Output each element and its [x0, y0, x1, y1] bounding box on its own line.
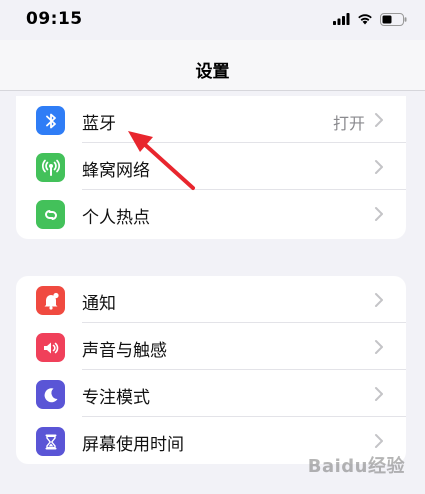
settings-row-focus[interactable]: 专注模式: [16, 370, 406, 417]
bluetooth-status-value: 打开: [332, 114, 365, 133]
settings-row-label: 专注模式: [82, 388, 150, 408]
speaker-icon: [36, 333, 65, 362]
settings-row-label: 蜂窝网络: [82, 161, 150, 181]
battery-icon: [380, 12, 407, 26]
status-bar: 09:15: [0, 0, 425, 40]
status-icons: [333, 11, 407, 27]
settings-row-bluetooth[interactable]: 蓝牙 打开: [16, 96, 406, 143]
watermark: Baidu经验: [307, 456, 405, 477]
bluetooth-icon: [36, 106, 65, 135]
chevron-right-icon: [375, 340, 383, 354]
settings-row-label: 个人热点: [82, 208, 150, 228]
settings-group-notifications: 通知 声音与触感 专注模式 屏幕使用时间: [16, 276, 406, 464]
settings-row-hotspot[interactable]: 个人热点: [16, 190, 406, 237]
chevron-right-icon: [375, 387, 383, 401]
chevron-right-icon: [375, 160, 383, 174]
settings-row-label: 声音与触感: [82, 341, 167, 361]
settings-row-label: 屏幕使用时间: [82, 435, 184, 455]
moon-icon: [36, 380, 65, 409]
cellular-antenna-icon: [36, 153, 65, 182]
navigation-bar: 设置: [0, 40, 425, 91]
chevron-right-icon: [375, 434, 383, 448]
settings-row-sounds[interactable]: 声音与触感: [16, 323, 406, 370]
settings-row-label: 通知: [82, 294, 116, 314]
settings-row-label: 蓝牙: [82, 114, 116, 134]
personal-hotspot-icon: [36, 200, 65, 229]
cellular-signal-icon: [333, 13, 350, 25]
chevron-right-icon: [375, 207, 383, 221]
hourglass-icon: [36, 427, 65, 456]
chevron-right-icon: [375, 293, 383, 307]
notification-bell-icon: [36, 286, 65, 315]
chevron-right-icon: [375, 113, 383, 127]
wifi-icon: [358, 14, 372, 25]
settings-group-connectivity: 蓝牙 打开 蜂窝网络 个人热点: [16, 96, 406, 239]
settings-row-cellular[interactable]: 蜂窝网络: [16, 143, 406, 190]
page-title: 设置: [195, 62, 230, 82]
status-time: 09:15: [26, 9, 83, 29]
settings-row-notifications[interactable]: 通知: [16, 276, 406, 323]
